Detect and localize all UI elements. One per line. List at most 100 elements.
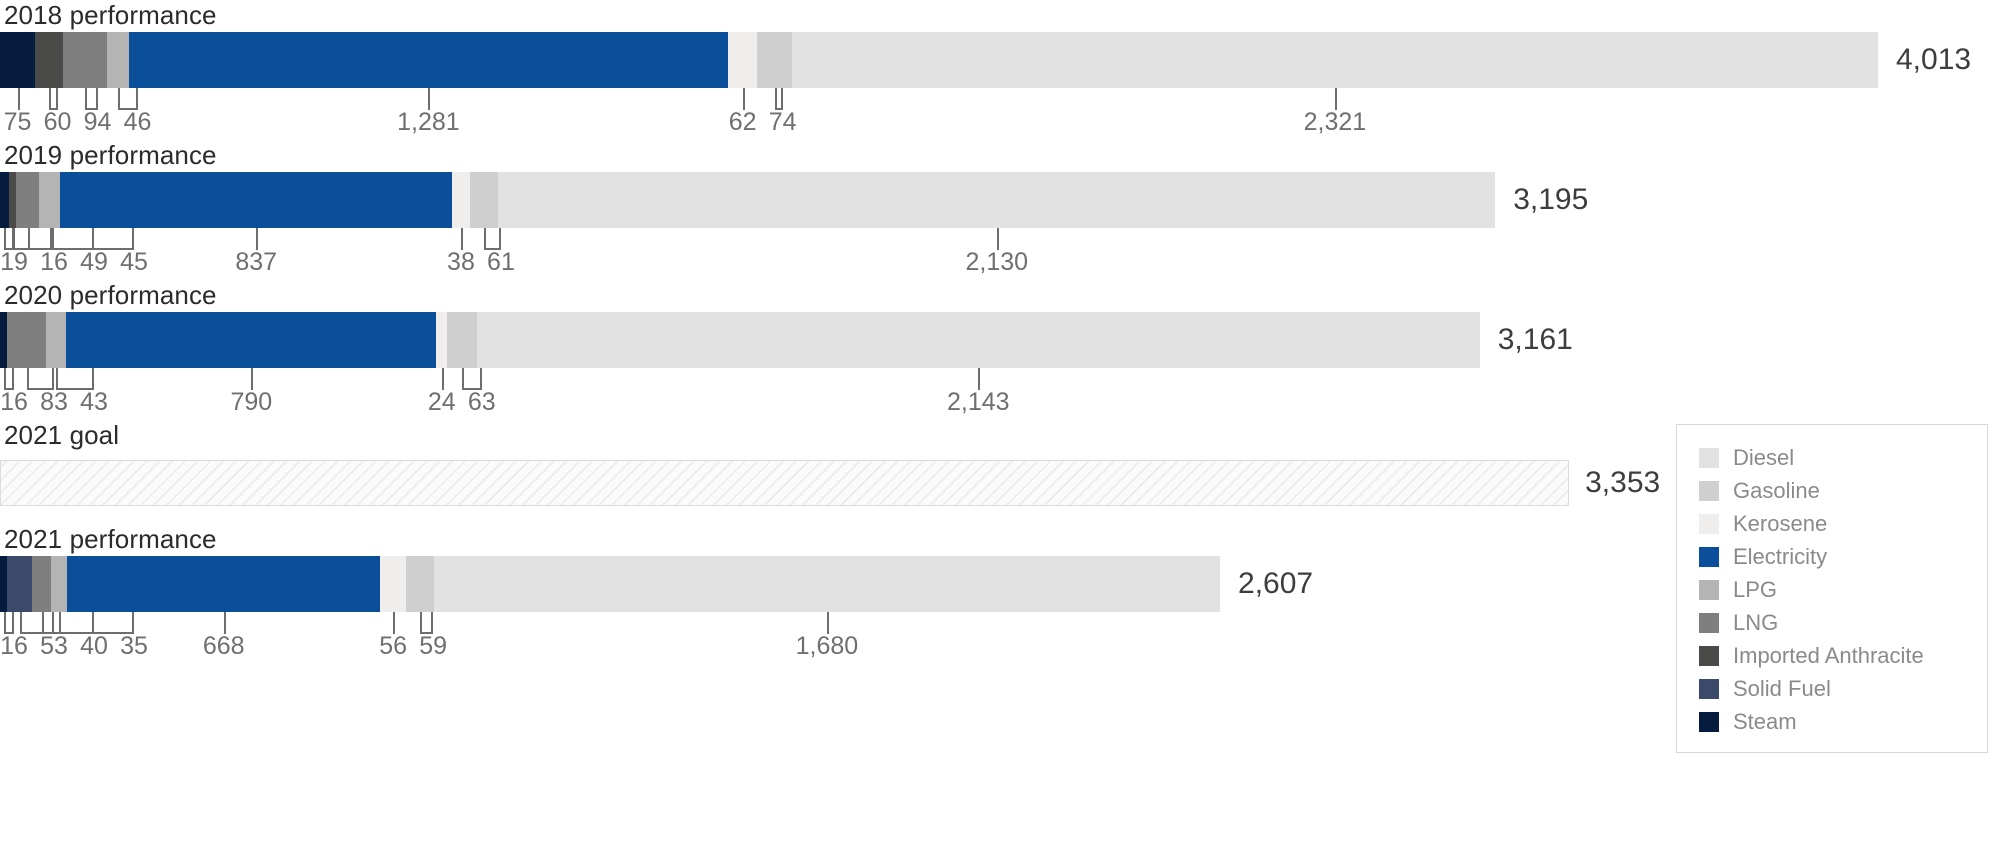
bar-segment-lng xyxy=(7,312,47,368)
legend-item-solid-fuel[interactable]: Solid Fuel xyxy=(1699,672,1973,705)
bar-segment-lng xyxy=(63,32,108,88)
callout-leader-line xyxy=(223,612,226,634)
segment-value-label: 40 xyxy=(80,632,108,660)
segment-value-label: 2,130 xyxy=(965,248,1029,276)
legend-item-label: Electricity xyxy=(1733,543,1828,569)
legend-item-kerosene[interactable]: Kerosene xyxy=(1699,507,1973,540)
stacked-bar-chart: 2018 performance 4,013 75 60 94 46 1,281 62 74 2,… xyxy=(0,0,1992,844)
bar-group-title: 2019 performance xyxy=(4,140,217,170)
callout-leader-line xyxy=(56,368,94,390)
bar-total-label: 4,013 xyxy=(1896,43,1972,76)
callout-leader-line xyxy=(3,368,14,390)
segment-value-label: 24 xyxy=(427,388,456,416)
segment-value-label: 1,680 xyxy=(795,632,859,660)
legend-item-label: Steam xyxy=(1733,708,1797,734)
legend-item-label: LPG xyxy=(1733,576,1778,602)
bar-segment-solid_fuel xyxy=(7,556,33,612)
segment-value-label: 1,281 xyxy=(397,108,460,136)
bar-segment-kerosene xyxy=(728,32,758,88)
legend-item-lng[interactable]: LNG xyxy=(1699,606,1973,639)
bar-segment-steam xyxy=(0,312,8,368)
callout-leader-line xyxy=(996,228,999,250)
callout-leader-line xyxy=(460,228,463,250)
bar-segment-imported_anthracite xyxy=(8,172,17,228)
bar-segment-steam xyxy=(0,172,9,228)
stacked-bar-track xyxy=(0,32,1878,88)
bar-group-title: 2018 performance xyxy=(4,0,217,30)
legend-item-gasoline[interactable]: Gasoline xyxy=(1699,474,1973,507)
segment-value-label: 35 xyxy=(120,632,148,660)
bar-group-title: 2021 performance xyxy=(4,524,217,554)
callout-leader-line xyxy=(978,368,981,390)
legend-swatch-icon xyxy=(1699,612,1719,633)
bar-segment-lng xyxy=(16,172,40,228)
bar-segment-steam xyxy=(0,32,36,88)
value-callouts: 19 16 49 45 837 38 61 2,130 xyxy=(0,228,1992,276)
segment-value-label: 56 xyxy=(379,632,407,660)
callout-leader-line xyxy=(1334,88,1337,110)
stacked-bar-track xyxy=(0,172,1496,228)
segment-value-label: 45 xyxy=(120,248,148,276)
legend-swatch-icon xyxy=(1699,678,1719,699)
segment-value-label: 43 xyxy=(80,388,108,416)
bar-segment-diesel xyxy=(433,556,1220,612)
bar-segment-imported_anthracite xyxy=(35,32,64,88)
segment-value-label: 59 xyxy=(419,632,447,660)
goal-bar-hatched xyxy=(0,460,1570,506)
segment-value-label: 94 xyxy=(83,108,112,136)
callout-leader-line xyxy=(462,368,482,390)
callout-leader-line xyxy=(484,228,501,250)
legend-item-label: Diesel xyxy=(1733,444,1795,470)
callout-leader-line xyxy=(774,88,783,110)
legend-swatch-icon xyxy=(1699,447,1719,468)
bar-segment-lpg xyxy=(39,172,61,228)
callout-leader-line xyxy=(26,368,54,390)
bar-segment-gasoline xyxy=(447,312,477,368)
segment-value-label: 83 xyxy=(40,388,68,416)
callout-leader-line xyxy=(742,88,745,110)
stacked-bar-track xyxy=(0,556,1220,612)
callout-leader-line xyxy=(17,88,20,110)
callout-leader-line xyxy=(49,88,58,110)
bar-segment-lng xyxy=(32,556,51,612)
segment-value-label: 49 xyxy=(80,248,108,276)
bar-segment-lpg xyxy=(46,312,67,368)
legend-swatch-icon xyxy=(1699,711,1719,732)
callout-leader-line xyxy=(441,368,444,390)
bar-total-label: 2,607 xyxy=(1238,567,1314,600)
bar-segment-kerosene xyxy=(379,556,407,612)
legend-item-electricity[interactable]: Electricity xyxy=(1699,540,1973,573)
legend-swatch-icon xyxy=(1699,579,1719,600)
segment-value-label: 75 xyxy=(3,108,32,136)
legend-item-imported-anthracite[interactable]: Imported Anthracite xyxy=(1699,639,1973,672)
value-callouts: 16 83 43 790 24 63 2,143 xyxy=(0,368,1992,416)
segment-value-label: 2,143 xyxy=(947,388,1010,416)
bar-segment-lpg xyxy=(107,32,129,88)
bar-segment-steam xyxy=(0,556,8,612)
bar-total-label: 3,161 xyxy=(1497,323,1573,356)
legend-item-label: Gasoline xyxy=(1733,477,1820,503)
segment-value-label: 19 xyxy=(0,248,28,276)
legend-item-label: LNG xyxy=(1733,609,1779,635)
legend-item-label: Solid Fuel xyxy=(1733,675,1831,701)
bar-segment-kerosene xyxy=(436,312,448,368)
segment-value-label: 668 xyxy=(202,632,245,660)
bar-segment-diesel xyxy=(498,172,1496,228)
segment-value-label: 53 xyxy=(40,632,68,660)
legend-item-steam[interactable]: Steam xyxy=(1699,705,1973,738)
segment-value-label: 46 xyxy=(123,108,152,136)
segment-value-label: 62 xyxy=(728,108,757,136)
bar-segment-gasoline xyxy=(406,556,434,612)
callout-leader-line xyxy=(393,612,396,634)
legend-item-diesel[interactable]: Diesel xyxy=(1699,441,1973,474)
segment-value-label: 63 xyxy=(467,388,496,416)
bar-total-label: 3,195 xyxy=(1513,183,1589,216)
legend-item-lpg[interactable]: LPG xyxy=(1699,573,1973,606)
callout-leader-line xyxy=(49,228,134,250)
bar-group-title: 2021 goal xyxy=(4,420,120,450)
bar-segment-diesel xyxy=(791,32,1878,88)
bar-segment-electricity xyxy=(128,32,729,88)
bar-segment-gasoline xyxy=(757,32,792,88)
value-callouts: 75 60 94 46 1,281 62 74 2,321 xyxy=(0,88,1992,136)
segment-value-label: 16 xyxy=(0,632,28,660)
